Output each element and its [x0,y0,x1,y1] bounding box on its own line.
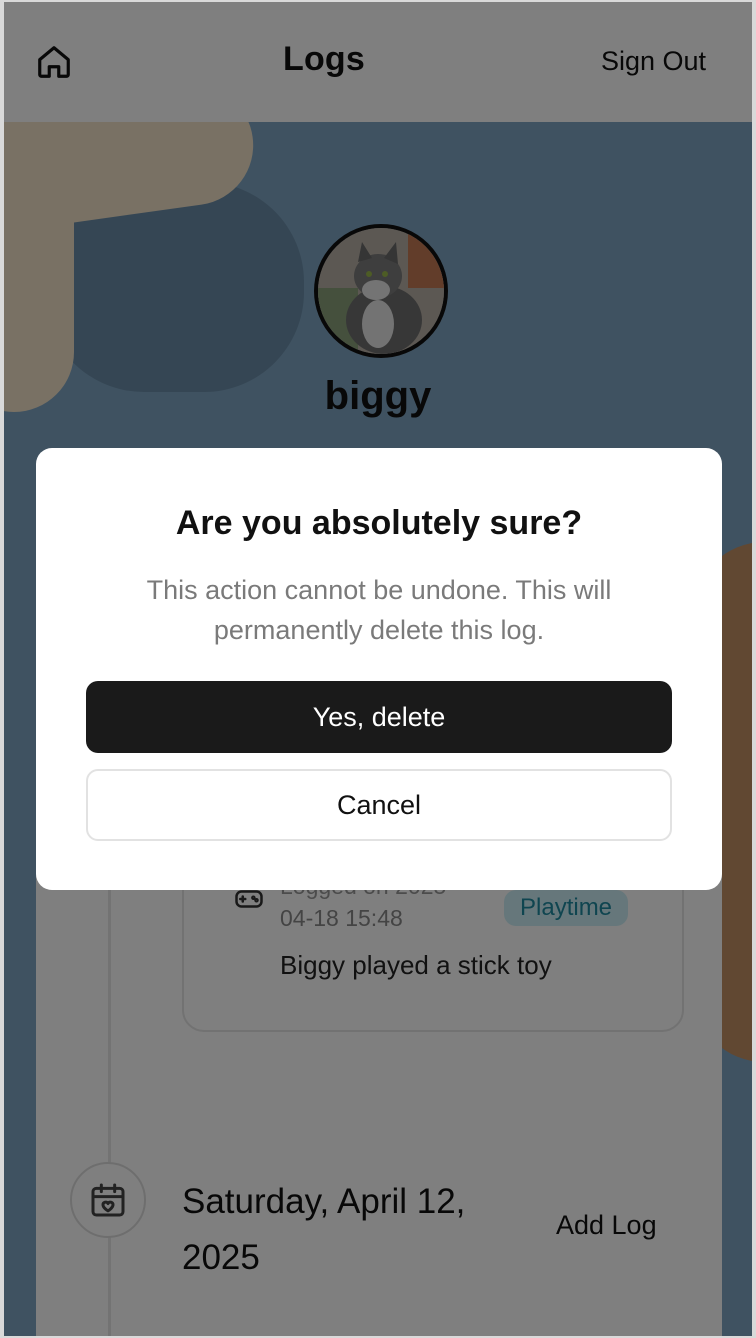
confirm-delete-dialog: Are you absolutely sure? This action can… [36,448,722,890]
cancel-button[interactable]: Cancel [86,769,672,841]
app-frame: Logs Sign Out biggy Logged on [4,2,752,1336]
dialog-description: This action cannot be undone. This will … [146,575,612,645]
confirm-delete-button[interactable]: Yes, delete [86,681,672,753]
dialog-title: Are you absolutely sure? [175,504,583,542]
